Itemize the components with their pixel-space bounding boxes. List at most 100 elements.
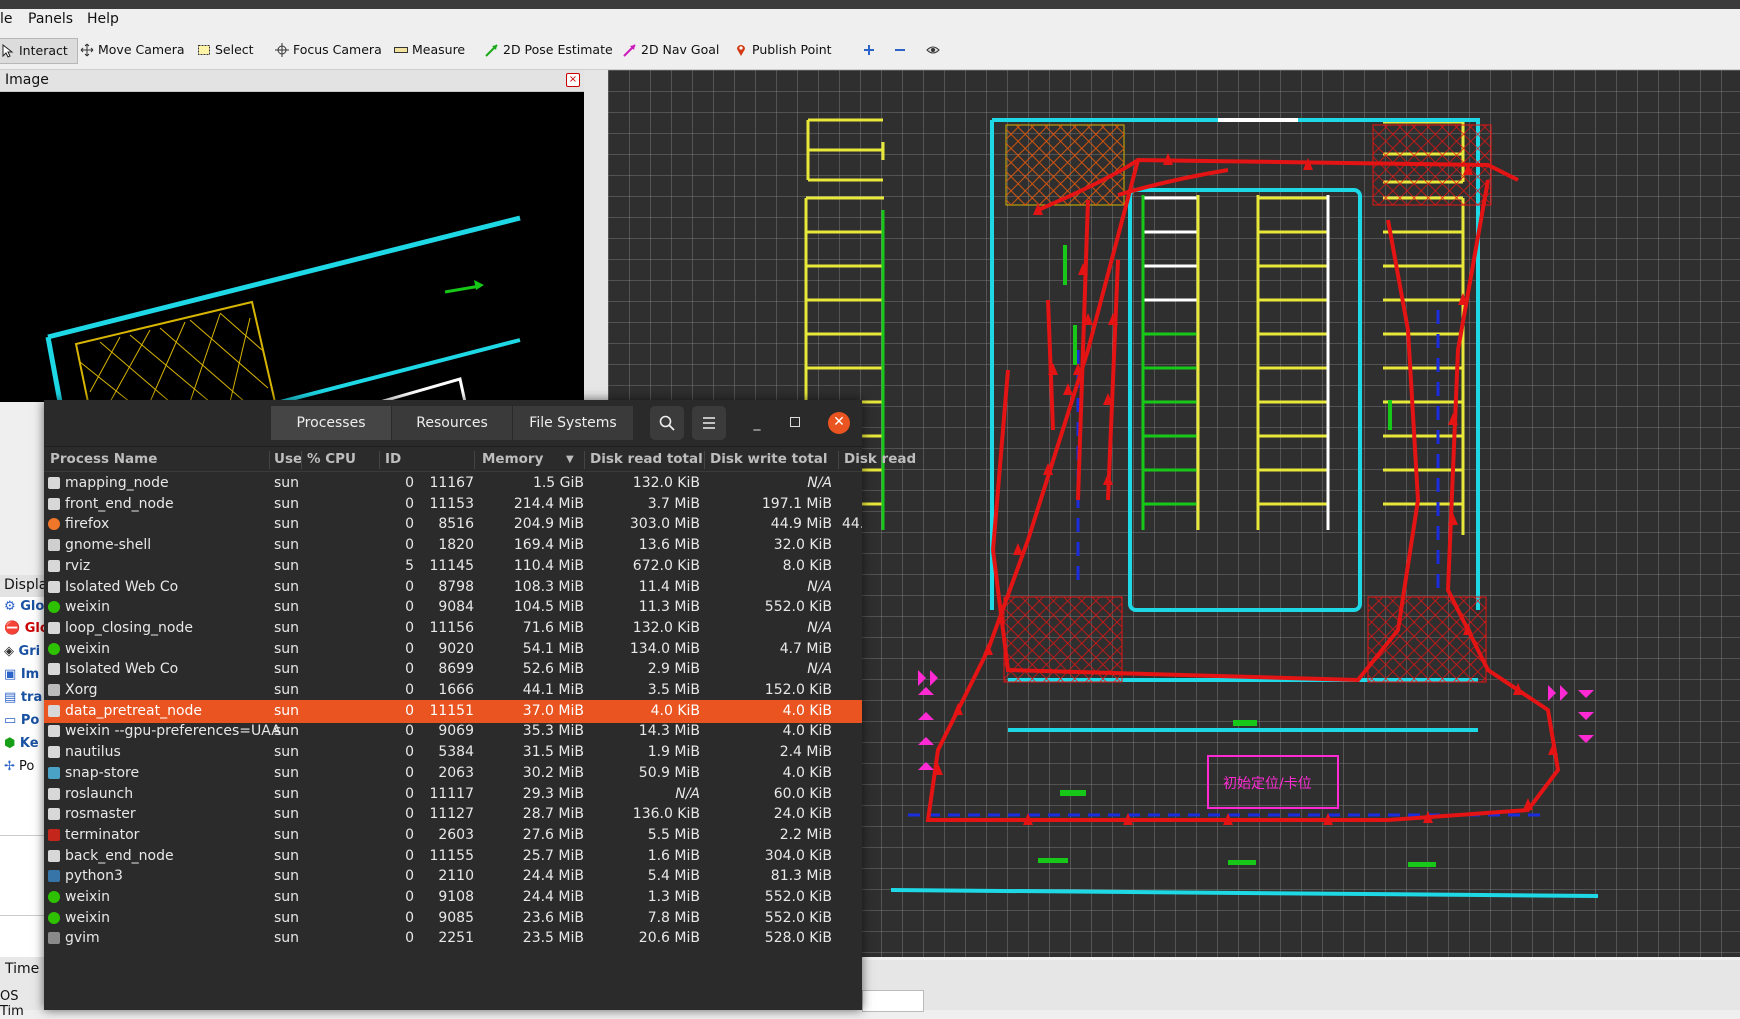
display-item-pointcloud[interactable]: ▭ Po xyxy=(4,713,39,728)
process-user: sun xyxy=(274,475,300,491)
column-disk-write-total[interactable]: Disk write total xyxy=(710,451,828,467)
view-options-button[interactable] xyxy=(926,38,940,62)
process-disk-write-total: 552.0 KiB xyxy=(764,889,832,905)
process-row[interactable]: gnome-shell sun 0 1820 169.4 MiB 13.6 MiB 32.0… xyxy=(44,534,862,557)
process-disk-write-total: N/A xyxy=(807,475,832,491)
process-user: sun xyxy=(274,889,300,905)
menu-file[interactable]: le xyxy=(0,11,13,27)
process-row[interactable]: weixin --gpu-preferences=UAA sun 0 9069 35.3… xyxy=(44,720,862,743)
process-cpu: 0 xyxy=(405,495,414,512)
process-row[interactable]: Isolated Web Co sun 0 8699 52.6 MiB 2.9 MiB N/… xyxy=(44,658,862,681)
process-row[interactable]: front_end_node sun 0 11153 214.4 MiB 3.7 MiB 1… xyxy=(44,493,862,516)
process-row[interactable]: firefox sun 0 8516 204.9 MiB 303.0 MiB 44.9 Mi… xyxy=(44,513,862,536)
process-cpu: 0 xyxy=(405,682,414,698)
process-user: sun xyxy=(274,806,300,823)
process-row[interactable]: loop_closing_node sun 0 11156 71.6 MiB 132.0 … xyxy=(44,617,862,640)
process-row[interactable]: nautilus sun 0 5384 31.5 MiB 1.9 MiB 2.4 MiB xyxy=(44,741,862,764)
process-name: python3 xyxy=(65,868,123,885)
process-id: 11156 xyxy=(429,619,474,636)
process-row[interactable]: weixin sun 0 9084 104.5 MiB 11.3 MiB 552.0 KiB xyxy=(44,596,862,619)
tab-processes[interactable]: Processes xyxy=(271,406,391,440)
display-item-grid[interactable]: ◈ Gri xyxy=(4,644,40,659)
process-row[interactable]: terminator sun 0 2603 27.6 MiB 5.5 MiB 2.2 MiB xyxy=(44,824,862,847)
column-id[interactable]: ID xyxy=(385,451,401,467)
measure-tool-button[interactable]: Measure xyxy=(394,38,465,62)
display-item-trajectory[interactable]: ▤ tra xyxy=(4,690,42,705)
menu-bar: le Panels Help xyxy=(0,9,1740,31)
process-row[interactable]: rosmaster sun 0 11127 28.7 MiB 136.0 KiB 24.0 … xyxy=(44,803,862,826)
process-id: 2110 xyxy=(438,868,474,885)
process-user: sun xyxy=(274,785,300,802)
close-button[interactable]: ✕ xyxy=(828,412,850,434)
process-row[interactable]: data_pretreat_node sun 0 11151 37.0 MiB 4.0 K… xyxy=(44,699,862,723)
image-panel-header: Image × xyxy=(0,70,584,92)
tab-file-systems[interactable]: File Systems xyxy=(513,406,633,440)
process-row[interactable]: mapping_node sun 0 11167 1.5 GiB 132.0 KiB N/A xyxy=(44,472,862,495)
time-field[interactable] xyxy=(862,990,924,1012)
column-process-name[interactable]: Process Name xyxy=(50,451,157,467)
process-user: sun xyxy=(274,537,300,554)
close-icon[interactable]: × xyxy=(566,73,580,87)
process-id: 2603 xyxy=(438,826,474,843)
process-name: loop_closing_node xyxy=(65,619,193,636)
displays-panel-title: Displa xyxy=(4,577,48,593)
column-disk-read[interactable]: Disk read xyxy=(844,451,916,467)
process-row[interactable]: roslaunch sun 0 11117 29.3 MiB N/A 60.0 KiB xyxy=(44,783,862,806)
process-cpu: 0 xyxy=(405,930,414,947)
display-item-global-options[interactable]: ⚙ Glo xyxy=(4,599,44,614)
process-user: sun xyxy=(274,516,300,533)
process-row[interactable]: back_end_node sun 0 11155 25.7 MiB 1.6 MiB 304… xyxy=(44,845,862,868)
maximize-button[interactable] xyxy=(784,412,806,434)
process-id: 5384 xyxy=(438,744,474,761)
minimize-button[interactable]: _ xyxy=(746,412,768,434)
process-row[interactable]: gvim sun 0 2251 23.5 MiB 20.6 MiB 528.0 KiB xyxy=(44,927,862,950)
focus-camera-tool-button[interactable]: Focus Camera xyxy=(275,38,382,62)
generic-app-icon xyxy=(48,477,60,489)
process-row[interactable]: weixin sun 0 9108 24.4 MiB 1.3 MiB 552.0 KiB xyxy=(44,886,862,909)
remove-tool-button[interactable] xyxy=(893,38,907,62)
firefox-app-icon xyxy=(48,518,60,531)
publish-point-tool-button[interactable]: Publish Point xyxy=(734,38,832,62)
process-name: front_end_node xyxy=(65,495,174,512)
process-name: weixin xyxy=(65,640,111,657)
select-tool-button[interactable]: Select xyxy=(197,38,254,62)
process-row[interactable]: Xorg sun 0 1666 44.1 MiB 3.5 MiB 152.0 KiB xyxy=(44,679,862,702)
measure-label: Measure xyxy=(412,42,466,57)
process-row[interactable]: weixin sun 0 9020 54.1 MiB 134.0 MiB 4.7 MiB xyxy=(44,638,862,661)
display-item-image[interactable]: ▣ Im xyxy=(4,667,39,682)
process-disk-read-total: 136.0 KiB xyxy=(632,806,700,823)
process-row[interactable]: snap-store sun 0 2063 30.2 MiB 50.9 MiB 4.0 Ki… xyxy=(44,762,862,785)
process-cpu: 0 xyxy=(405,847,414,864)
maximize-icon xyxy=(790,417,800,427)
search-button[interactable] xyxy=(650,406,684,440)
process-row[interactable]: python3 sun 0 2110 24.4 MiB 5.4 MiB 81.3 MiB xyxy=(44,865,862,888)
menu-panels[interactable]: Panels xyxy=(28,11,73,27)
column-cpu[interactable]: % CPU xyxy=(307,451,356,467)
move-camera-tool-button[interactable]: Move Camera xyxy=(80,38,185,62)
add-tool-button[interactable] xyxy=(862,38,876,62)
pose-estimate-tool-button[interactable]: 2D Pose Estimate xyxy=(485,38,613,62)
column-user[interactable]: Use xyxy=(274,451,302,467)
process-row[interactable]: weixin sun 0 9085 23.6 MiB 7.8 MiB 552.0 KiB xyxy=(44,907,862,930)
tab-resources[interactable]: Resources xyxy=(392,406,512,440)
process-row[interactable]: Isolated Web Co sun 0 8798 108.3 MiB 11.4 MiB… xyxy=(44,576,862,599)
menu-help[interactable]: Help xyxy=(87,11,119,27)
interact-label: Interact xyxy=(19,43,68,58)
displays-panel: Displa ⚙ Glo ⛔ Glo ◈ Gri ▣ Im ▤ tra ▭ Po… xyxy=(0,575,49,995)
process-memory: 1.5 GiB xyxy=(532,475,584,491)
cursor-icon xyxy=(2,44,14,58)
process-user: sun xyxy=(274,557,300,574)
process-user: sun xyxy=(274,661,300,678)
process-id: 11155 xyxy=(429,847,474,864)
display-item-global-status[interactable]: ⛔ Glo xyxy=(4,621,49,636)
display-item-keyframes[interactable]: ⬢ Ke xyxy=(4,736,39,751)
process-disk-write-total: 552.0 KiB xyxy=(764,909,832,926)
menu-button[interactable] xyxy=(692,406,726,440)
generic-app-icon xyxy=(48,704,60,717)
column-memory[interactable]: Memory xyxy=(482,451,543,467)
interact-tool-button[interactable]: Interact xyxy=(0,38,78,64)
nav-goal-tool-button[interactable]: 2D Nav Goal xyxy=(623,38,719,62)
display-item-pose[interactable]: ✢ Po xyxy=(4,759,34,774)
column-disk-read-total[interactable]: Disk read total xyxy=(590,451,703,467)
process-row[interactable]: rviz sun 5 11145 110.4 MiB 672.0 KiB 8.0 KiB xyxy=(44,555,862,578)
